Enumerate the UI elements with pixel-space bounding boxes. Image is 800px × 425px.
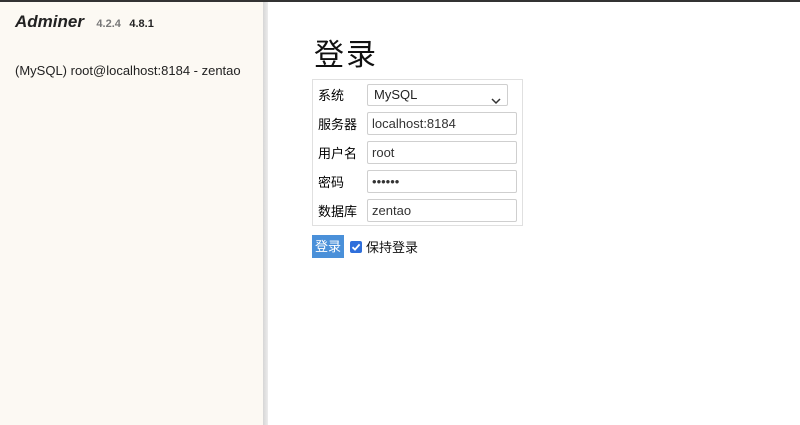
remember-checkbox[interactable] [350,240,363,253]
system-label: 系统 [318,88,345,103]
version-current: 4.2.4 [96,18,121,30]
form-row-password: 密码 [313,167,522,196]
password-label: 密码 [318,175,345,190]
main-content: 登录 系统 MySQL 服务器 用户名 [268,2,800,425]
remember-label: 保持登录 [366,240,419,255]
database-input[interactable] [367,199,518,222]
login-actions: 登录 保持登录 [312,235,418,258]
username-label: 用户名 [318,146,358,161]
system-select-value: MySQL [374,86,418,102]
form-row-database: 数据库 [313,196,522,225]
check-icon [351,243,361,251]
chevron-down-icon [491,91,501,111]
password-input[interactable] [367,170,518,193]
brand: Adminer 4.2.4 4.8.1 [15,12,154,32]
connection-info: (MySQL) root@localhost:8184 - zentao [15,63,241,78]
sidebar: Adminer 4.2.4 4.8.1 (MySQL) root@localho… [0,2,263,425]
login-form-table: 系统 MySQL 服务器 用户名 密码 [312,79,524,226]
page-title: 登录 [314,39,378,72]
server-input[interactable] [367,112,518,135]
version-new-link[interactable]: 4.8.1 [129,18,153,30]
form-row-username: 用户名 [313,138,522,167]
system-select[interactable]: MySQL [367,83,509,106]
database-label: 数据库 [318,204,358,219]
username-input[interactable] [367,141,518,164]
server-label: 服务器 [318,117,358,132]
remember-login[interactable]: 保持登录 [350,237,418,256]
form-row-server: 服务器 [313,109,522,138]
login-button[interactable]: 登录 [312,235,345,258]
form-row-system: 系统 MySQL [313,80,522,109]
adminer-logo-link[interactable]: Adminer [15,12,84,31]
